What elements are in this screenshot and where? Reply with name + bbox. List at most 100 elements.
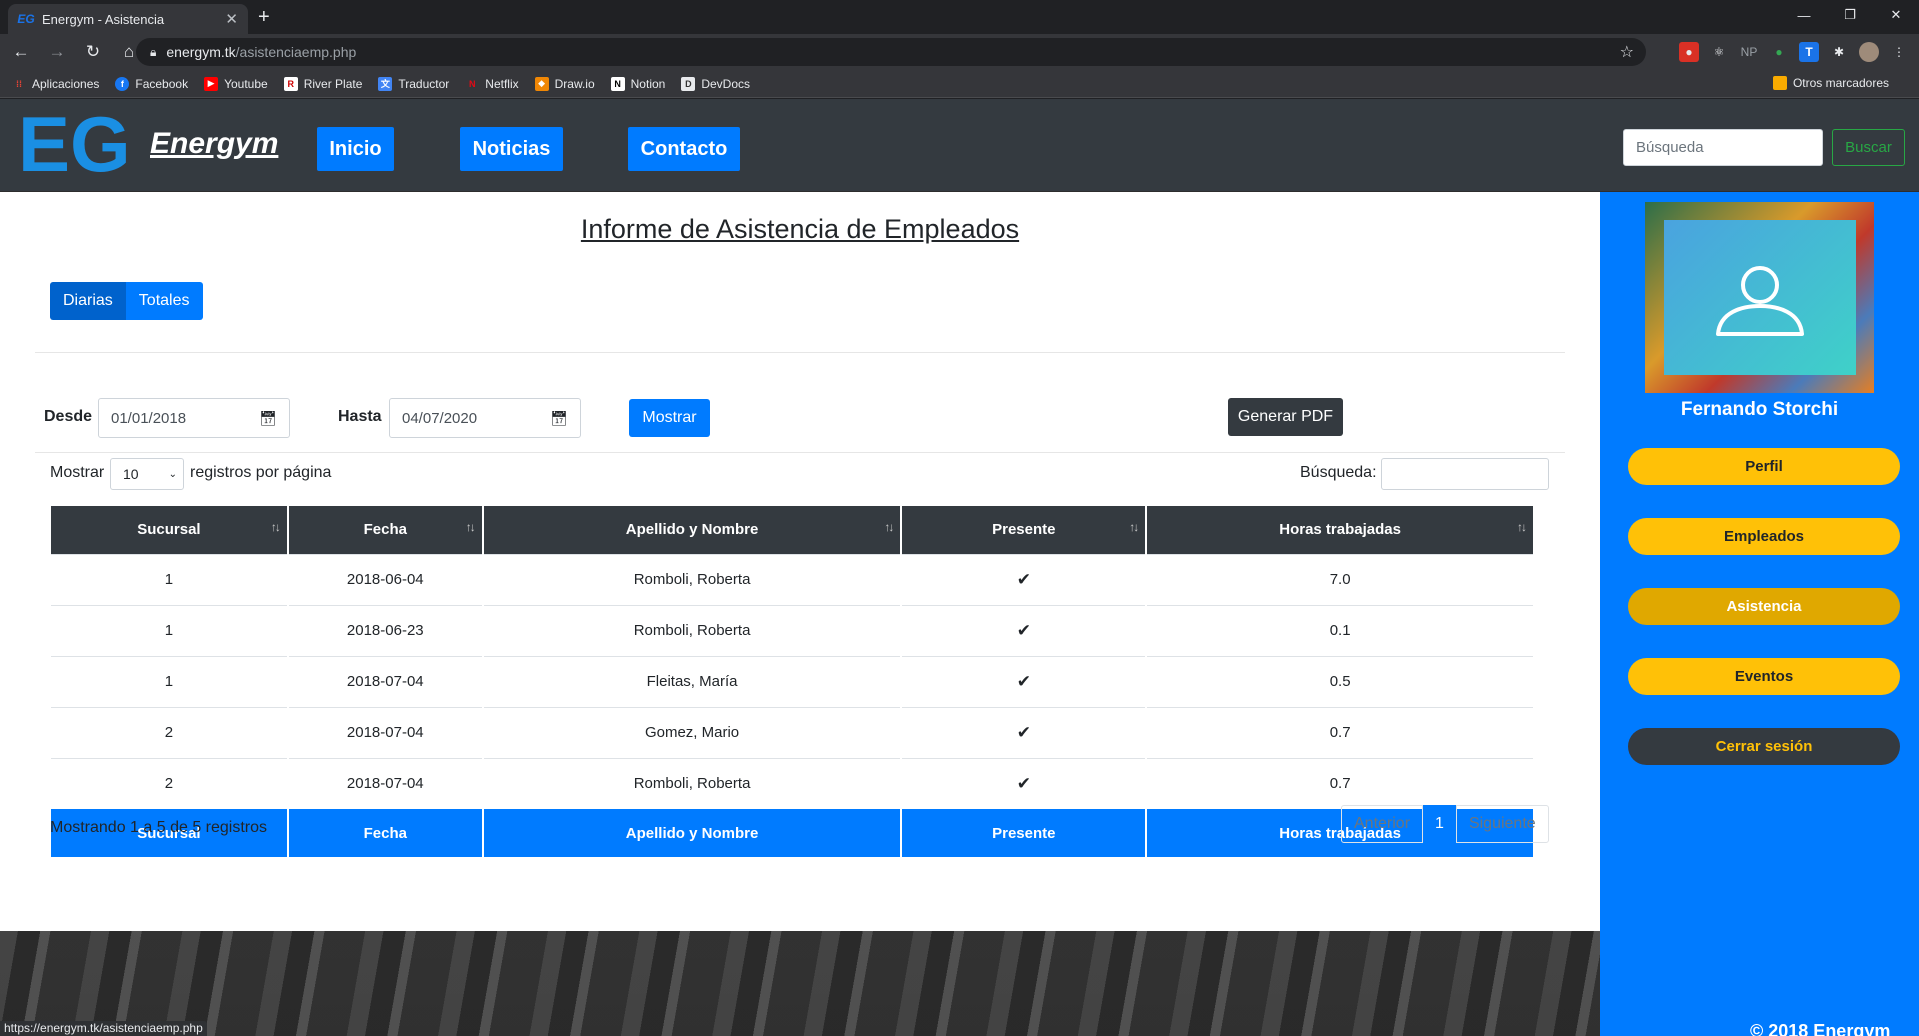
browser-tab[interactable]: EG Energym - Asistencia ✕ (8, 4, 248, 34)
pagination-next[interactable]: Siguiente (1455, 805, 1549, 843)
bookmark-youtube[interactable]: ▶ Youtube (204, 76, 268, 91)
user-sidebar: Fernando Storchi Perfil Empleados Asiste… (1600, 192, 1919, 1036)
new-tab-icon[interactable]: + (258, 6, 270, 29)
length-prefix: Mostrar (50, 464, 105, 481)
to-date-input[interactable]: 04/07/2020 📅︎ (389, 398, 581, 438)
reload-icon[interactable]: ↻ (78, 37, 108, 67)
pagination-page-1[interactable]: 1 (1423, 805, 1456, 843)
to-label: Hasta (338, 408, 382, 425)
sidebar-item-empleados[interactable]: Empleados (1628, 518, 1900, 555)
table-row: 2 2018-07-04 Romboli, Roberta ✔ 0.7 (51, 757, 1535, 809)
bookmark-netflix[interactable]: N Netflix (465, 77, 519, 91)
pagination: Anterior 1 Siguiente (1341, 805, 1549, 843)
cell-fecha: 2018-07-04 (287, 655, 484, 707)
sidebar-item-eventos[interactable]: Eventos (1628, 658, 1900, 695)
search-button[interactable]: Buscar (1832, 129, 1905, 166)
cell-horas: 0.5 (1146, 655, 1535, 707)
page-length-select[interactable]: 10 ⌄ (110, 458, 184, 490)
from-date-input[interactable]: 01/01/2018 📅︎ (98, 398, 290, 438)
site-search-input[interactable]: Búsqueda (1623, 129, 1823, 166)
nav-noticias[interactable]: Noticias (460, 127, 563, 171)
react-extension-icon[interactable]: ⚛ (1709, 42, 1729, 62)
minimize-icon[interactable]: — (1781, 0, 1827, 30)
footer-presente: Presente (901, 809, 1148, 857)
show-button[interactable]: Mostrar (629, 399, 710, 437)
menu-kebab-icon[interactable]: ⋮ (1889, 42, 1909, 62)
restore-icon[interactable]: ❐ (1827, 0, 1873, 30)
bookmark-traductor[interactable]: 文 Traductor (378, 76, 449, 91)
calendar-icon[interactable]: 📅︎ (259, 410, 277, 427)
puzzle-extensions-icon[interactable]: ✱ (1829, 42, 1849, 62)
forward-icon[interactable]: → (42, 37, 72, 67)
cell-nombre: Romboli, Roberta (482, 553, 903, 605)
check-icon: ✔ (901, 553, 1148, 605)
column-header-fecha[interactable]: Fecha ↑↓ (287, 506, 484, 554)
generate-pdf-button[interactable]: Generar PDF (1228, 398, 1343, 436)
opera-extension-icon[interactable]: ● (1679, 42, 1699, 62)
green-extension-icon[interactable]: ● (1769, 42, 1789, 62)
nav-contacto[interactable]: Contacto (628, 127, 740, 171)
chevron-down-icon: ⌄ (168, 468, 177, 480)
divider (35, 452, 1565, 453)
check-icon: ✔ (901, 706, 1148, 758)
bookmark-facebook[interactable]: f Facebook (115, 76, 188, 91)
energym-logo-icon[interactable]: EG (18, 109, 142, 181)
check-icon: ✔ (901, 604, 1148, 656)
close-window-icon[interactable]: ✕ (1873, 0, 1919, 30)
site-logo-text[interactable]: Energym (150, 127, 278, 161)
address-bar[interactable]: 🔒︎ energym.tk/asistenciaemp.php ☆ (136, 38, 1646, 66)
sidebar-item-perfil[interactable]: Perfil (1628, 448, 1900, 485)
cell-nombre: Romboli, Roberta (482, 604, 903, 656)
bookmark-drawio[interactable]: ◆ Draw.io (534, 76, 595, 91)
lock-icon: 🔒︎ (150, 44, 157, 59)
translate-extension-icon[interactable]: T (1799, 42, 1819, 62)
report-card: Informe de Asistencia de Empleados Diari… (0, 192, 1600, 931)
bookmark-river-plate[interactable]: R River Plate (283, 76, 362, 91)
site-navbar: EG Energym Inicio Noticias Contacto Búsq… (0, 99, 1919, 191)
river-plate-icon: R (283, 76, 298, 91)
cell-fecha: 2018-07-04 (287, 706, 484, 758)
cell-sucursal: 2 (51, 706, 289, 758)
svg-text:EG: EG (18, 109, 131, 181)
column-header-nombre[interactable]: Apellido y Nombre ↑↓ (482, 506, 903, 554)
page-viewport: EG Energym Inicio Noticias Contacto Búsq… (0, 99, 1919, 1036)
page-title: Informe de Asistencia de Empleados (580, 214, 1020, 244)
youtube-icon: ▶ (204, 76, 219, 91)
bookmark-notion[interactable]: N Notion (610, 76, 665, 91)
sort-icon: ↑↓ (1517, 520, 1527, 534)
diarias-button[interactable]: Diarias (50, 282, 126, 320)
bookmark-aplicaciones[interactable]: ⁞⁞ Aplicaciones (12, 77, 99, 91)
bookmark-devdocs[interactable]: D DevDocs (681, 76, 750, 91)
filter-label: Búsqueda: (1300, 464, 1377, 481)
sort-icon: ↑↓ (465, 520, 476, 534)
logout-button[interactable]: Cerrar sesión (1628, 728, 1900, 765)
back-icon[interactable]: ← (6, 37, 36, 67)
cell-horas: 7.0 (1146, 553, 1535, 605)
np-extension-icon[interactable]: NP (1739, 42, 1759, 62)
cell-nombre: Gomez, Mario (482, 706, 903, 758)
totales-button[interactable]: Totales (125, 282, 203, 320)
table-row: 1 2018-06-04 Romboli, Roberta ✔ 7.0 (51, 553, 1535, 605)
length-suffix: registros por página (190, 464, 332, 481)
bookmark-star-icon[interactable]: ☆ (1620, 42, 1634, 62)
cell-horas: 0.7 (1146, 706, 1535, 758)
sidebar-item-asistencia[interactable]: Asistencia (1628, 588, 1900, 625)
avatar-placeholder (1664, 220, 1856, 375)
pagination-previous[interactable]: Anterior (1341, 805, 1424, 843)
sort-icon: ↑↓ (884, 520, 894, 534)
gym-background-image (0, 929, 1600, 1036)
translate-icon: 文 (378, 76, 393, 91)
column-header-horas[interactable]: Horas trabajadas ↑↓ (1146, 506, 1535, 554)
view-toggle-group: Diarias Totales (50, 282, 203, 320)
column-header-sucursal[interactable]: Sucursal ↑↓ (51, 506, 289, 554)
site-favicon-icon: EG (17, 12, 35, 26)
close-tab-icon[interactable]: ✕ (225, 10, 238, 28)
table-filter-input[interactable] (1381, 458, 1549, 490)
calendar-icon[interactable]: 📅︎ (550, 410, 568, 427)
profile-avatar-icon[interactable] (1859, 42, 1879, 62)
cell-nombre: Fleitas, María (482, 655, 903, 707)
column-header-presente[interactable]: Presente ↑↓ (901, 506, 1148, 554)
other-bookmarks[interactable]: Otros marcadores (1772, 76, 1889, 90)
browser-tab-bar: EG Energym - Asistencia ✕ + — ❐ ✕ (0, 0, 1919, 34)
nav-inicio[interactable]: Inicio (317, 127, 394, 171)
